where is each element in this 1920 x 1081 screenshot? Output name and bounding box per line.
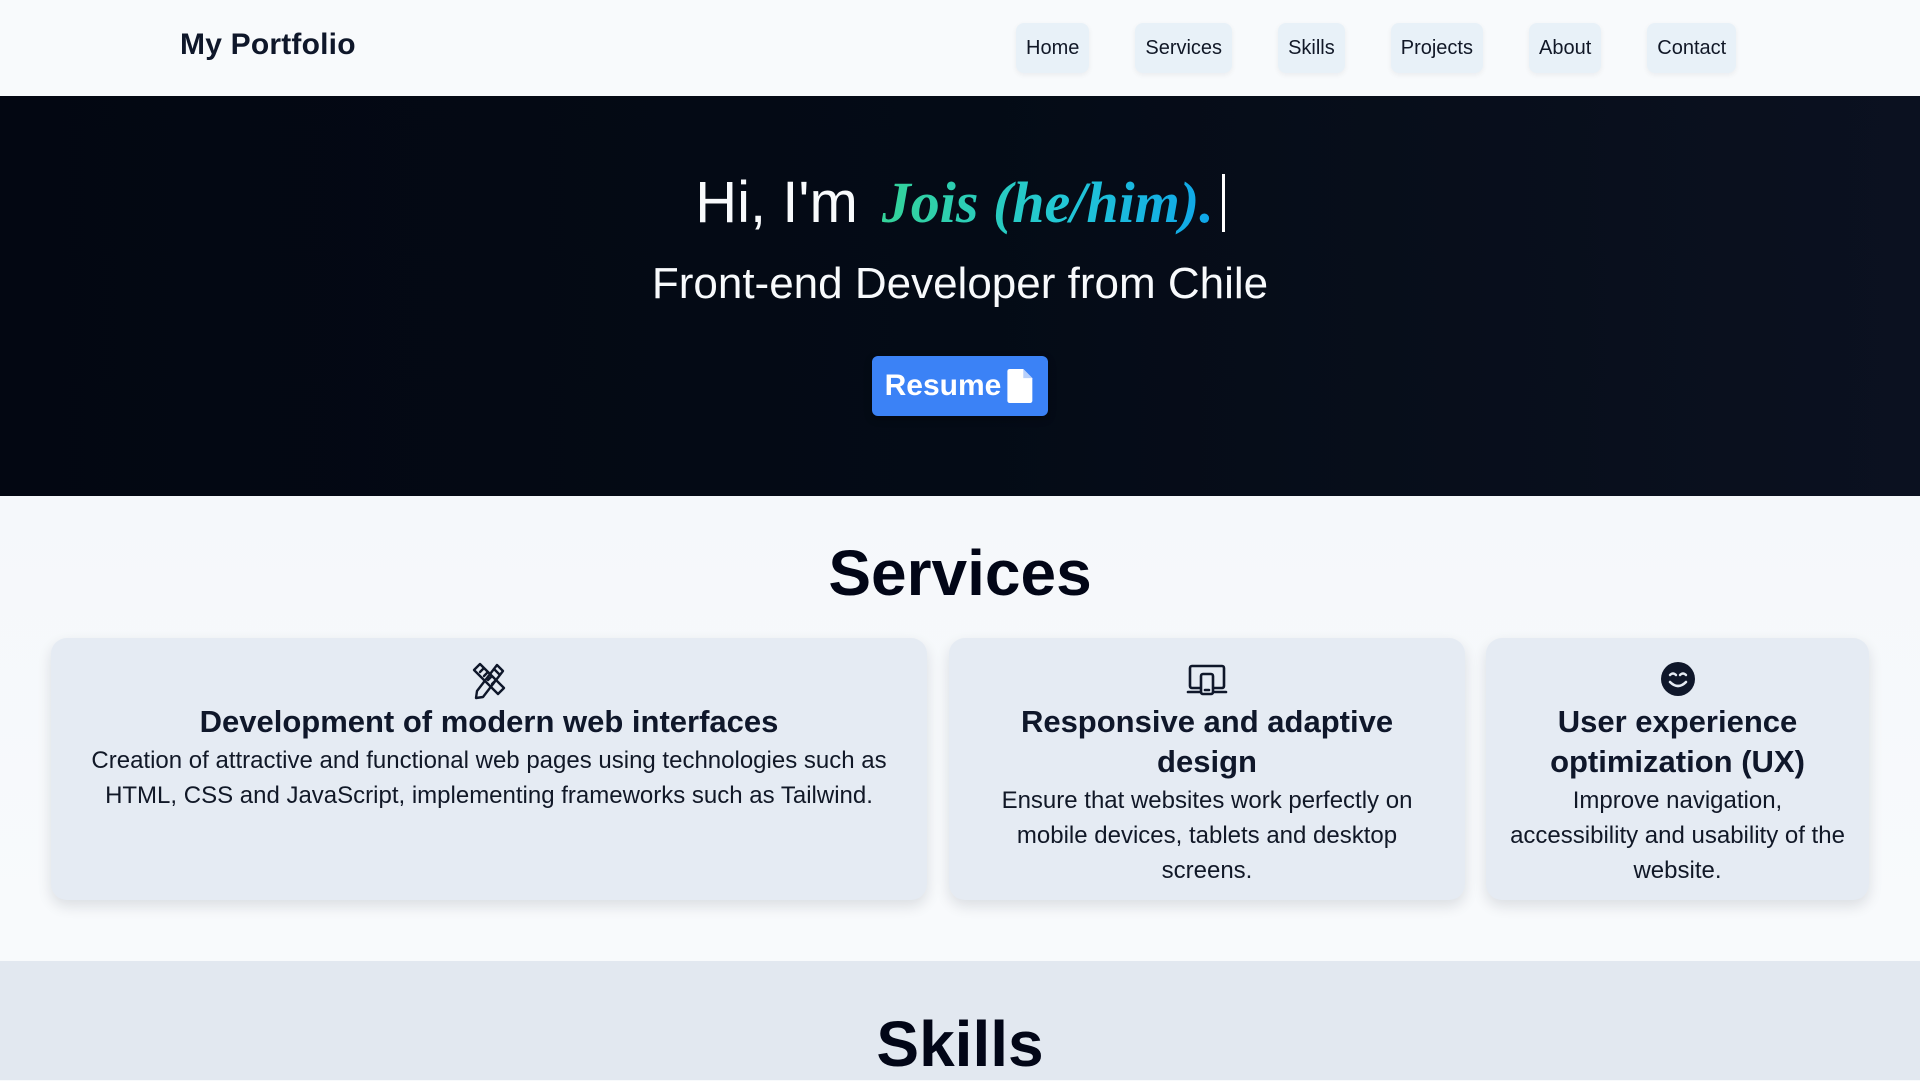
skills-title: Skills: [876, 1008, 1044, 1080]
file-icon: [1007, 369, 1033, 403]
service-card-ux: User experience optimization (UX) Improv…: [1486, 638, 1869, 900]
hero-name: Jois (he/him).: [881, 170, 1214, 235]
service-card-responsive: Responsive and adaptive design Ensure th…: [949, 638, 1465, 900]
service-card-text: Ensure that websites work perfectly on m…: [1001, 787, 1413, 884]
service-card-title: Development of modern web interfaces: [199, 704, 779, 739]
skills-section: Skills: [0, 961, 1920, 1080]
services-section: Services Development of modern web inter…: [0, 496, 1920, 961]
site-header: My Portfolio Home Services Skills Projec…: [0, 0, 1920, 96]
nav-contact[interactable]: Contact: [1647, 23, 1737, 73]
service-card-text: Improve navigation, accessibility and us…: [1510, 787, 1845, 884]
hero-section: Hi, I'm Jois (he/him). Front-end Develope…: [0, 96, 1920, 496]
nav-home[interactable]: Home: [1016, 23, 1090, 73]
smile-icon: [1660, 662, 1695, 696]
typing-caret: [1221, 174, 1225, 232]
pencil-ruler-icon: [472, 662, 506, 700]
nav-projects[interactable]: Projects: [1390, 23, 1483, 73]
brand-logo-text[interactable]: My Portfolio: [180, 28, 356, 62]
service-card-web-interfaces: Development of modern web interfaces Cre…: [51, 638, 927, 900]
hero-greeting: Hi, I'm: [695, 170, 858, 235]
nav-skills[interactable]: Skills: [1278, 23, 1345, 73]
nav-services[interactable]: Services: [1135, 23, 1233, 73]
resume-button[interactable]: Resume: [872, 356, 1048, 416]
nav-about[interactable]: About: [1528, 23, 1602, 73]
resume-button-label: Resume: [884, 369, 1002, 402]
service-card-title: Responsive and adaptive design: [1020, 704, 1394, 779]
hero-role: Front-end Developer from Chile: [651, 259, 1269, 308]
service-card-title: User experience optimization (UX): [1550, 704, 1805, 779]
main-nav: Home Services Skills Projects About Cont…: [1016, 23, 1737, 73]
service-card-text: Creation of attractive and functional we…: [91, 747, 887, 809]
services-title: Services: [828, 537, 1092, 609]
devices-icon: [1186, 664, 1228, 696]
hero-heading: Hi, I'm Jois (he/him).: [0, 168, 1920, 238]
